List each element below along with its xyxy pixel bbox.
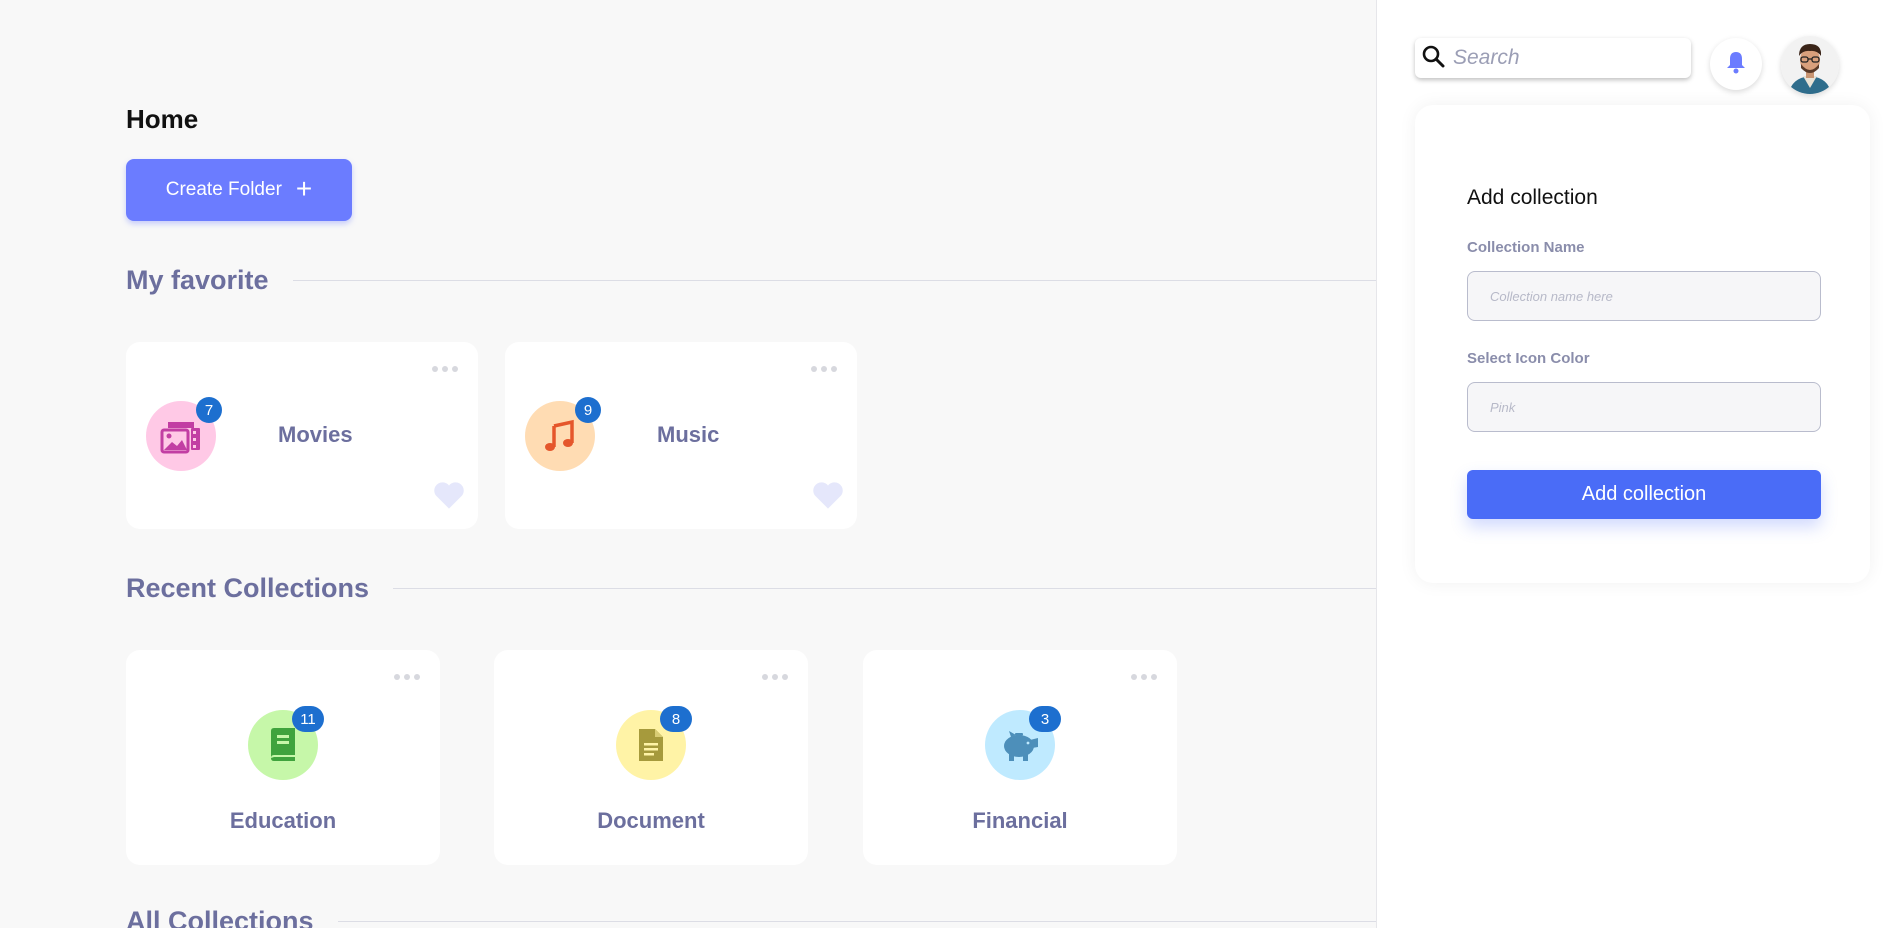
divider <box>393 588 1376 589</box>
count-badge: 3 <box>1029 706 1061 732</box>
document-icon: 8 <box>616 706 692 780</box>
icon-color-label: Select Icon Color <box>1467 350 1590 367</box>
create-folder-button[interactable]: Create Folder + <box>126 159 352 221</box>
favorite-card-movies[interactable]: 7 Movies <box>126 342 478 529</box>
more-options-icon[interactable] <box>432 366 458 372</box>
collection-name: Education <box>229 808 337 833</box>
count-badge: 8 <box>660 706 692 732</box>
search-input[interactable] <box>1453 46 1673 70</box>
collection-name-label: Collection Name <box>1467 239 1585 256</box>
heart-icon[interactable] <box>811 480 845 515</box>
section-my-favorite: My favorite <box>126 265 1376 296</box>
more-options-icon[interactable] <box>762 674 788 680</box>
right-panel: Add collection Collection Name Select Ic… <box>1376 0 1891 928</box>
more-options-icon[interactable] <box>394 674 420 680</box>
recent-card-financial[interactable]: 3 Financial <box>863 650 1177 865</box>
collection-name-input[interactable] <box>1467 271 1821 321</box>
favorite-card-music[interactable]: 9 Music <box>505 342 857 529</box>
section-title: All Collections <box>126 906 314 928</box>
icon-color-select[interactable] <box>1467 382 1821 432</box>
heart-icon[interactable] <box>432 480 466 515</box>
count-badge: 11 <box>292 706 324 732</box>
notifications-button[interactable] <box>1710 38 1762 90</box>
collection-name: Movies <box>278 422 353 447</box>
divider <box>337 921 1376 922</box>
more-options-icon[interactable] <box>811 366 837 372</box>
page-title: Home <box>126 104 199 134</box>
section-recent-collections: Recent Collections <box>126 573 1376 604</box>
section-title: Recent Collections <box>126 573 370 603</box>
search-icon <box>1421 44 1445 73</box>
count-badge: 7 <box>196 397 222 423</box>
avatar[interactable] <box>1781 36 1839 94</box>
piggy-bank-icon: 3 <box>985 706 1061 780</box>
plus-icon: + <box>295 173 313 204</box>
collection-name: Music <box>657 422 720 447</box>
book-icon: 11 <box>248 706 324 780</box>
section-title: My favorite <box>126 265 269 295</box>
search-box[interactable] <box>1415 38 1691 78</box>
count-badge: 9 <box>575 397 601 423</box>
add-collection-button[interactable]: Add collection <box>1467 470 1821 519</box>
recent-card-education[interactable]: 11 Education <box>126 650 440 865</box>
main-content: Home Create Folder + My favorite 7 Movie… <box>0 0 1376 928</box>
photo-gallery-icon: 7 <box>146 397 222 471</box>
create-folder-label: Create Folder <box>165 179 282 200</box>
recent-card-document[interactable]: 8 Document <box>494 650 808 865</box>
bell-icon <box>1725 50 1747 79</box>
collection-name: Document <box>597 808 705 833</box>
divider <box>292 280 1376 281</box>
collection-name: Financial <box>972 808 1068 833</box>
more-options-icon[interactable] <box>1131 674 1157 680</box>
add-collection-card: Add collection Collection Name Select Ic… <box>1415 105 1870 583</box>
music-note-icon: 9 <box>525 397 601 471</box>
add-collection-title: Add collection <box>1467 186 1598 209</box>
section-all-collections: All Collections <box>126 906 1376 928</box>
